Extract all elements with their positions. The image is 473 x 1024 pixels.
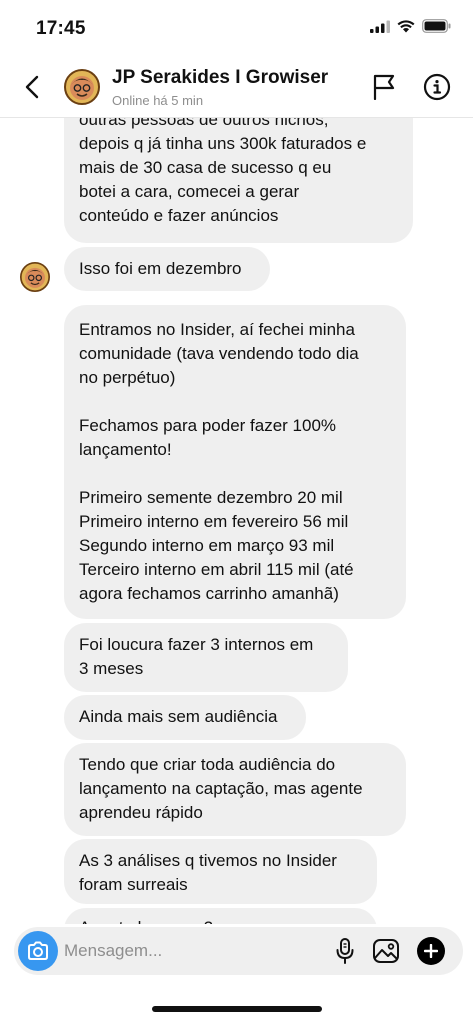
contact-status: Online há 5 min xyxy=(112,93,204,108)
home-indicator[interactable] xyxy=(152,1006,322,1012)
camera-button[interactable] xyxy=(18,931,58,971)
message-bubble[interactable]: As 3 análises q tivemos no Insider foram… xyxy=(64,839,377,904)
chevron-left-icon xyxy=(25,75,39,99)
message-composer xyxy=(14,927,463,975)
message-bubble[interactable]: A parte boa que 3 xyxy=(64,908,377,924)
message-input[interactable] xyxy=(64,927,326,975)
flag-icon xyxy=(373,74,395,100)
status-time: 17:45 xyxy=(36,18,86,39)
plus-icon xyxy=(424,944,438,958)
report-button[interactable] xyxy=(368,71,400,103)
message-bubble[interactable]: Foi loucura fazer 3 internos em 3 meses xyxy=(64,623,348,692)
gallery-button[interactable] xyxy=(371,936,401,966)
avatar-image xyxy=(64,69,100,105)
message-bubble[interactable]: Tendo que criar toda audiência do lançam… xyxy=(64,743,406,836)
cellular-signal-icon xyxy=(370,20,390,33)
camera-icon xyxy=(28,941,48,960)
microphone-icon xyxy=(336,938,354,964)
avatar-image xyxy=(20,262,50,292)
message-bubble[interactable]: Ainda mais sem audiência xyxy=(64,695,306,740)
contact-avatar[interactable] xyxy=(64,69,100,105)
message-thread[interactable]: outras pessoas de outros nichos, depois … xyxy=(0,118,473,924)
status-icons xyxy=(370,19,451,33)
wifi-icon xyxy=(397,19,415,32)
more-options-button[interactable] xyxy=(417,937,445,965)
info-button[interactable] xyxy=(421,71,453,103)
back-button[interactable] xyxy=(16,71,48,103)
status-bar: 17:45 xyxy=(0,0,473,56)
chat-header: JP Serakides I Growiser Online há 5 min xyxy=(0,56,473,118)
battery-icon xyxy=(422,19,451,33)
image-icon xyxy=(373,939,399,963)
voice-message-button[interactable] xyxy=(330,936,360,966)
contact-name[interactable]: JP Serakides I Growiser xyxy=(112,67,328,89)
message-bubble[interactable]: Isso foi em dezembro xyxy=(64,247,270,291)
sender-avatar[interactable] xyxy=(20,262,50,292)
info-icon xyxy=(423,73,451,101)
message-bubble[interactable]: outras pessoas de outros nichos, depois … xyxy=(64,118,413,243)
message-bubble[interactable]: Entramos no Insider, aí fechei minha com… xyxy=(64,305,406,619)
